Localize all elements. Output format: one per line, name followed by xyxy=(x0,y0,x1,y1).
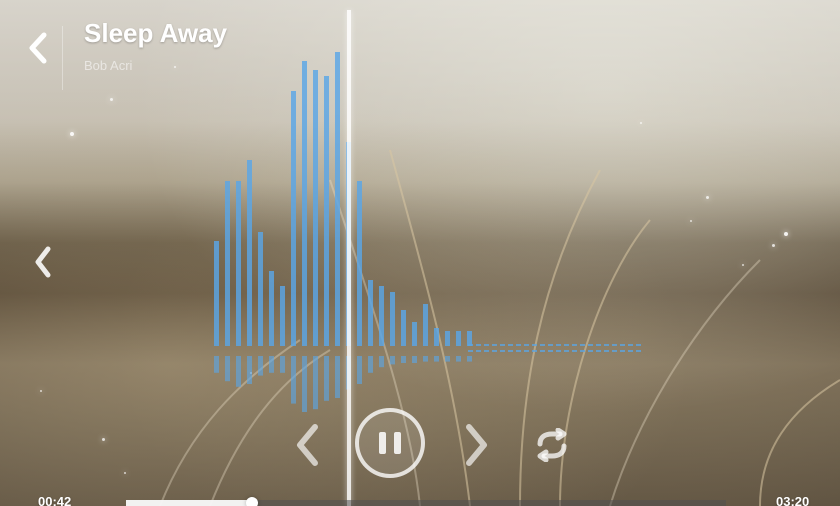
pause-icon xyxy=(379,432,401,454)
pause-bar xyxy=(394,432,401,454)
elapsed-time: 00:42 xyxy=(38,494,72,506)
chevron-left-icon xyxy=(297,424,318,466)
pause-button[interactable] xyxy=(355,408,425,478)
next-button[interactable] xyxy=(456,418,498,472)
progress-thumb[interactable] xyxy=(246,497,258,506)
repeat-button[interactable] xyxy=(528,425,576,465)
progress-fill xyxy=(126,500,252,506)
pause-bar xyxy=(379,432,386,454)
playback-controls xyxy=(0,0,840,506)
progress-bar[interactable] xyxy=(126,497,726,506)
previous-button[interactable] xyxy=(286,418,328,472)
total-time: 03:20 xyxy=(776,494,810,506)
repeat-icon xyxy=(537,428,567,462)
chevron-right-icon xyxy=(466,424,487,466)
music-player-screen: Sleep Away Bob Acri 00:42 03:20 xyxy=(0,0,840,506)
